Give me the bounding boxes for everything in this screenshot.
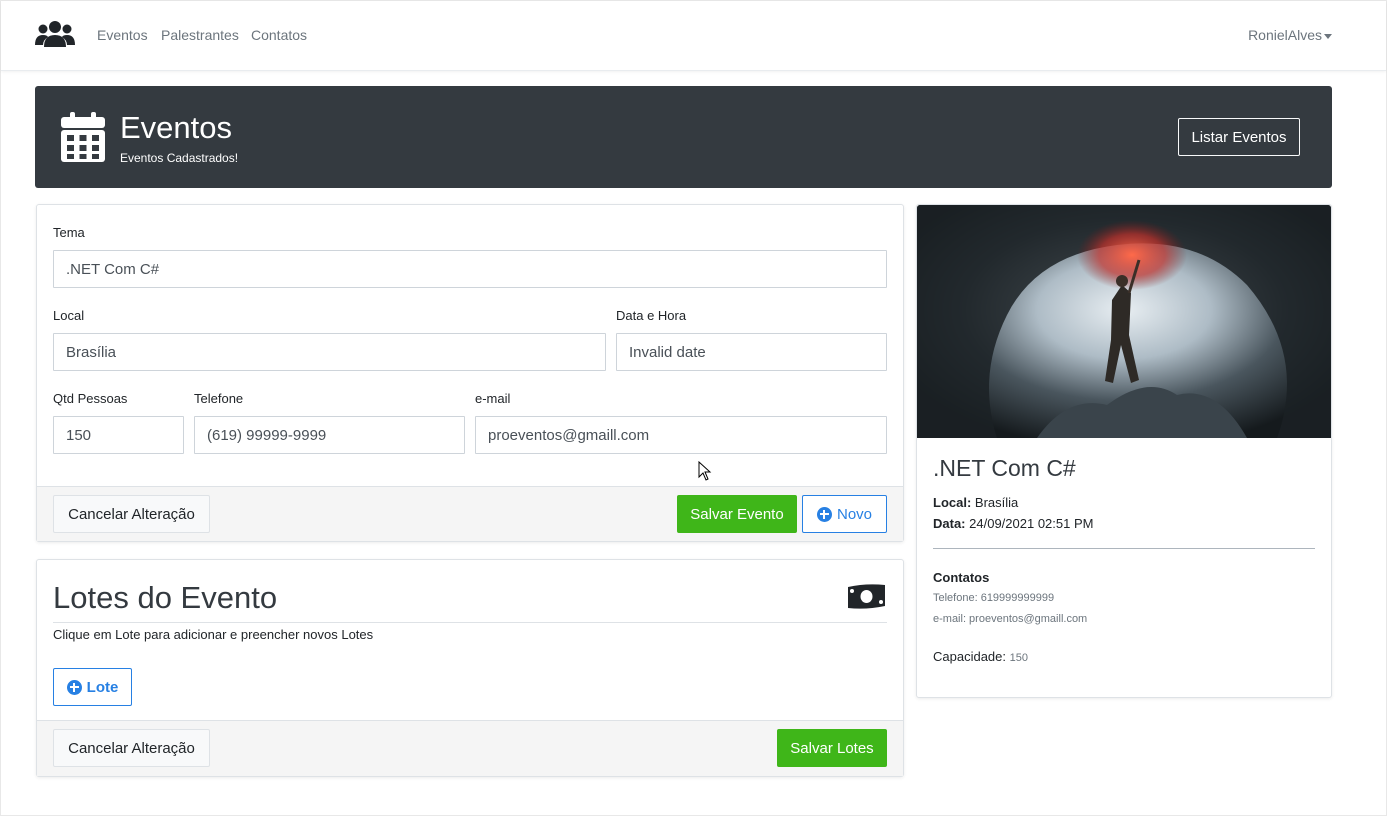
preview-title: .NET Com C# bbox=[933, 455, 1076, 481]
preview-local-value: Brasília bbox=[974, 495, 1019, 510]
tema-input[interactable] bbox=[53, 250, 887, 288]
qtd-pessoas-label: Qtd Pessoas bbox=[53, 391, 128, 406]
plus-circle-icon bbox=[66, 679, 82, 695]
nav-link-eventos[interactable]: Eventos bbox=[97, 27, 148, 43]
nav-link-palestrantes[interactable]: Palestrantes bbox=[161, 27, 239, 43]
users-logo-icon[interactable] bbox=[35, 19, 75, 49]
qtd-pessoas-input[interactable] bbox=[53, 416, 184, 454]
preview-email: e-mail: proeventos@gmaill.com bbox=[933, 613, 1088, 625]
nav-link-contatos[interactable]: Contatos bbox=[251, 27, 307, 43]
page-subtitle: Eventos Cadastrados! bbox=[120, 151, 239, 165]
page-title: Eventos bbox=[120, 110, 233, 145]
telefone-input[interactable] bbox=[194, 416, 465, 454]
user-menu[interactable]: RonielAlves bbox=[1248, 27, 1322, 43]
preview-capacidade: Capacidade: 150 bbox=[933, 649, 1028, 664]
preview-contatos-title: Contatos bbox=[933, 570, 990, 585]
preview-data: Data: 24/09/2021 02:51 PM bbox=[933, 516, 1093, 531]
list-events-button[interactable]: Listar Eventos bbox=[1178, 118, 1300, 156]
local-label: Local bbox=[53, 308, 85, 323]
new-event-label: Novo bbox=[836, 505, 873, 523]
mouse-cursor-icon bbox=[698, 461, 712, 481]
preview-data-label: Data: bbox=[933, 516, 966, 531]
event-form-card: Tema Local Data e Hora Qtd Pessoas Telef… bbox=[36, 204, 904, 542]
preview-local: Local: Brasília bbox=[933, 495, 1018, 510]
data-hora-label: Data e Hora bbox=[616, 308, 687, 323]
calendar-icon bbox=[61, 112, 105, 162]
add-lote-label: Lote bbox=[86, 678, 119, 696]
lotes-footer: Cancelar Alteração Salvar Lotes bbox=[37, 720, 903, 776]
lotes-divider bbox=[53, 622, 887, 623]
plus-circle-icon bbox=[816, 506, 832, 522]
save-event-button[interactable]: Salvar Evento bbox=[677, 495, 797, 533]
email-label: e-mail bbox=[475, 391, 511, 406]
email-input[interactable] bbox=[475, 416, 887, 454]
preview-data-value: 24/09/2021 02:51 PM bbox=[969, 516, 1094, 531]
lotes-title: Lotes do Evento bbox=[53, 580, 278, 615]
local-input[interactable] bbox=[53, 333, 606, 371]
preview-divider bbox=[933, 548, 1315, 549]
money-bill-icon bbox=[848, 584, 885, 609]
chevron-down-icon[interactable] bbox=[1324, 34, 1332, 39]
telefone-label: Telefone bbox=[194, 391, 244, 406]
cancel-event-button[interactable]: Cancelar Alteração bbox=[53, 495, 210, 533]
tema-label: Tema bbox=[53, 225, 85, 240]
preview-capacidade-value: 150 bbox=[1009, 652, 1028, 664]
new-event-button[interactable]: Novo bbox=[802, 495, 887, 533]
lotes-card: Lotes do Evento Clique em Lote para adic… bbox=[36, 559, 904, 777]
data-hora-input[interactable] bbox=[616, 333, 887, 371]
page-header: Eventos Eventos Cadastrados! Listar Even… bbox=[35, 86, 1332, 188]
preview-local-label: Local: bbox=[933, 495, 972, 510]
event-image[interactable] bbox=[917, 205, 1331, 438]
event-preview-card: .NET Com C# Local: Brasília Data: 24/09/… bbox=[916, 204, 1332, 698]
preview-telefone: Telefone: 619999999999 bbox=[933, 592, 1055, 604]
cancel-lotes-button[interactable]: Cancelar Alteração bbox=[53, 729, 210, 767]
add-lote-button[interactable]: Lote bbox=[53, 668, 132, 706]
lotes-description: Clique em Lote para adicionar e preenche… bbox=[53, 627, 374, 642]
event-form-footer: Cancelar Alteração Salvar Evento Novo bbox=[37, 486, 903, 541]
navbar: Eventos Palestrantes Contatos RonielAlve… bbox=[1, 1, 1386, 71]
preview-capacidade-label: Capacidade: bbox=[933, 649, 1006, 664]
save-lotes-button[interactable]: Salvar Lotes bbox=[777, 729, 887, 767]
